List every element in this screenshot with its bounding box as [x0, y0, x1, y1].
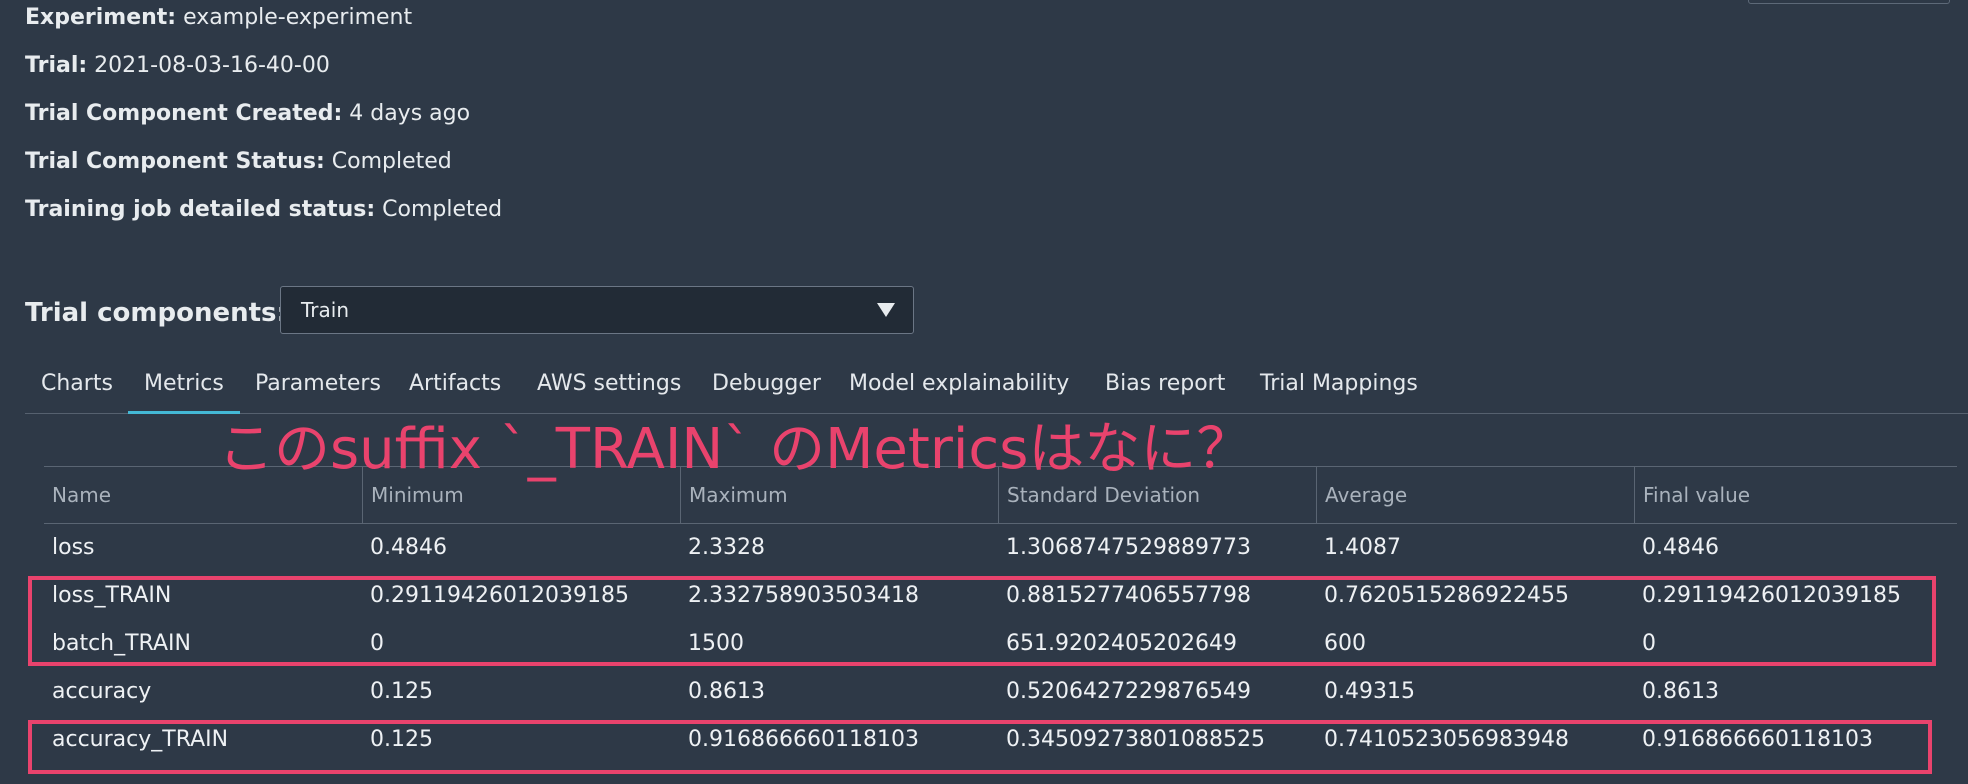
- cell-average: 0.7620515286922455: [1324, 583, 1569, 608]
- annotation-overlay-text: このsuffix `_TRAIN` のMetricsはなに？: [218, 417, 1253, 482]
- cell-final-value: 0.4846: [1642, 535, 1719, 560]
- training-status-label: Training job detailed status:: [25, 197, 376, 222]
- experiment-details-page: Experiment: example-experiment Trial: 20…: [0, 0, 1968, 784]
- status-label: Trial Component Status:: [25, 149, 325, 174]
- cell-maximum: 0.916866660118103: [688, 727, 919, 752]
- tab-artifacts[interactable]: Artifacts: [393, 364, 517, 404]
- cell-average: 0.49315: [1324, 679, 1415, 704]
- experiment-label: Experiment:: [25, 5, 177, 30]
- caret-down-icon: [877, 303, 895, 317]
- status-value: Completed: [331, 149, 452, 174]
- status-info: Trial Component Status: Completed: [25, 147, 452, 177]
- cell-name: loss_TRAIN: [52, 583, 172, 608]
- trial-value: 2021-08-03-16-40-00: [94, 53, 330, 78]
- tab-bias-report[interactable]: Bias report: [1089, 364, 1241, 404]
- trial-components-select[interactable]: Train: [280, 286, 914, 334]
- cell-maximum: 2.3328: [688, 535, 765, 560]
- cell-name: batch_TRAIN: [52, 631, 191, 656]
- tab-model-explainability[interactable]: Model explainability: [833, 364, 1085, 404]
- training-status-info: Training job detailed status: Completed: [25, 195, 502, 225]
- trial-components-label: Trial components:: [25, 298, 287, 328]
- cell-maximum: 0.8613: [688, 679, 765, 704]
- trial-components-selected: Train: [301, 298, 349, 322]
- created-label: Trial Component Created:: [25, 101, 343, 126]
- cell-minimum: 0: [370, 631, 384, 656]
- tab-trial-mappings[interactable]: Trial Mappings: [1244, 364, 1434, 404]
- cell-final-value: 0.916866660118103: [1642, 727, 1873, 752]
- table-row: loss_TRAIN 0.29119426012039185 2.3327589…: [44, 572, 1957, 620]
- column-header-final-value[interactable]: Final value: [1634, 467, 1957, 523]
- cell-minimum: 0.125: [370, 679, 433, 704]
- cell-standard-deviation: 0.8815277406557798: [1006, 583, 1251, 608]
- tab-aws-settings[interactable]: AWS settings: [521, 364, 697, 404]
- cell-standard-deviation: 0.5206427229876549: [1006, 679, 1251, 704]
- tab-metrics[interactable]: Metrics: [128, 364, 240, 414]
- cell-final-value: 0: [1642, 631, 1656, 656]
- trial-label: Trial:: [25, 53, 88, 78]
- cell-maximum: 2.332758903503418: [688, 583, 919, 608]
- cell-name: accuracy_TRAIN: [52, 727, 229, 752]
- cell-average: 600: [1324, 631, 1366, 656]
- cell-final-value: 0.8613: [1642, 679, 1719, 704]
- table-row: accuracy_TRAIN 0.125 0.916866660118103 0…: [44, 716, 1957, 764]
- experiment-info: Experiment: example-experiment: [25, 3, 412, 33]
- cell-final-value: 0.29119426012039185: [1642, 583, 1901, 608]
- cell-standard-deviation: 651.9202405202649: [1006, 631, 1237, 656]
- cell-name: accuracy: [52, 679, 152, 704]
- experiment-value: example-experiment: [183, 5, 413, 30]
- cell-standard-deviation: 1.3068747529889773: [1006, 535, 1251, 560]
- tab-charts[interactable]: Charts: [25, 364, 129, 404]
- cell-minimum: 0.29119426012039185: [370, 583, 629, 608]
- table-row: loss 0.4846 2.3328 1.3068747529889773 1.…: [44, 524, 1957, 572]
- metrics-table: Name Minimum Maximum Standard Deviation …: [44, 466, 1957, 764]
- top-right-button-edge[interactable]: [1748, 0, 1950, 4]
- cell-average: 1.4087: [1324, 535, 1401, 560]
- cell-minimum: 0.4846: [370, 535, 447, 560]
- training-status-value: Completed: [382, 197, 503, 222]
- cell-minimum: 0.125: [370, 727, 433, 752]
- created-value: 4 days ago: [349, 101, 471, 126]
- cell-average: 0.7410523056983948: [1324, 727, 1569, 752]
- tab-debugger[interactable]: Debugger: [696, 364, 837, 404]
- tab-parameters[interactable]: Parameters: [239, 364, 397, 404]
- cell-standard-deviation: 0.34509273801088525: [1006, 727, 1265, 752]
- tab-bar: Charts Metrics Parameters Artifacts AWS …: [25, 356, 1968, 414]
- cell-name: loss: [52, 535, 95, 560]
- created-info: Trial Component Created: 4 days ago: [25, 99, 470, 129]
- table-row: accuracy 0.125 0.8613 0.5206427229876549…: [44, 668, 1957, 716]
- trial-info: Trial: 2021-08-03-16-40-00: [25, 51, 330, 81]
- cell-maximum: 1500: [688, 631, 744, 656]
- column-header-average[interactable]: Average: [1316, 467, 1634, 523]
- table-row: batch_TRAIN 0 1500 651.9202405202649 600…: [44, 620, 1957, 668]
